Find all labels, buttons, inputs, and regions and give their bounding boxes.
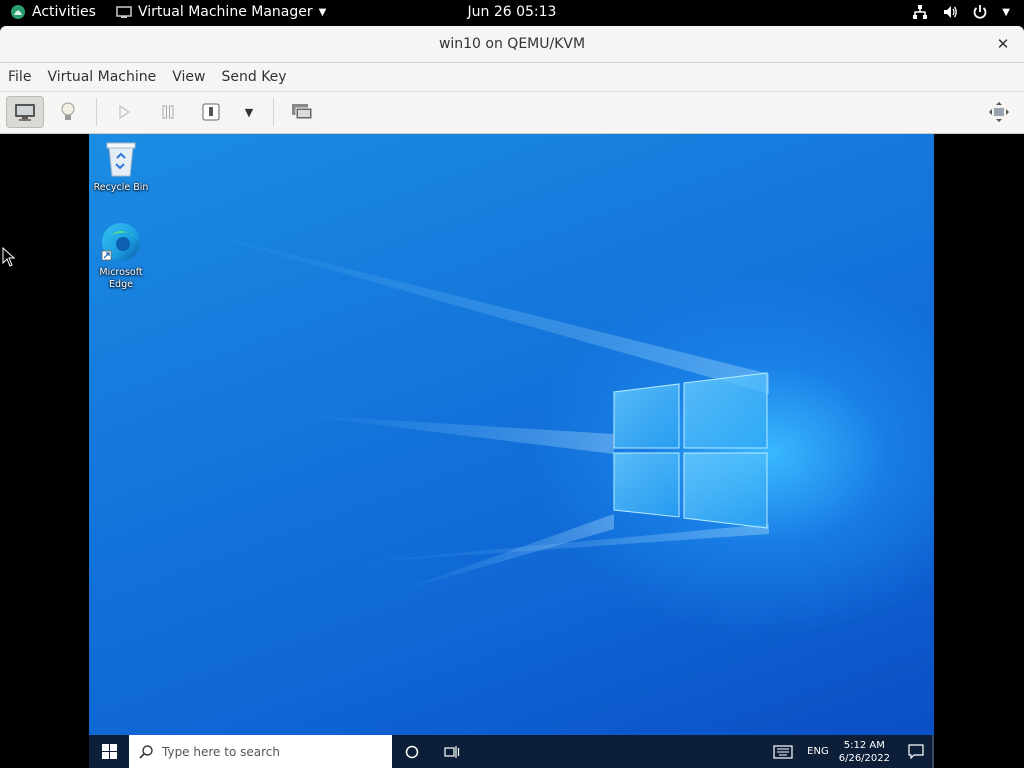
taskbar-clock[interactable]: 5:12 AM 6/26/2022 <box>839 739 890 765</box>
action-center-button[interactable] <box>900 735 934 768</box>
app-menu-label: Virtual Machine Manager <box>138 4 313 20</box>
desktop-icon-recycle-bin[interactable]: Recycle Bin <box>91 140 151 194</box>
desktop-icon-label: Recycle Bin <box>93 182 149 193</box>
shutdown-button[interactable] <box>192 96 230 128</box>
monitor-icon <box>15 104 35 121</box>
windows-start-icon <box>101 744 117 759</box>
vm-display[interactable]: Recycle Bin Microsoft Edge Type here to … <box>0 134 1024 768</box>
details-view-button[interactable] <box>49 96 87 128</box>
taskbar-time: 5:12 AM <box>843 739 885 751</box>
taskbar-search-box[interactable]: Type here to search <box>129 735 392 768</box>
clock[interactable]: Jun 26 05:13 <box>468 4 557 20</box>
desktop-icon-microsoft-edge[interactable]: Microsoft Edge <box>91 221 151 291</box>
windows-desktop[interactable]: Recycle Bin Microsoft Edge <box>89 134 934 735</box>
mouse-pointer-icon <box>2 247 16 267</box>
play-icon <box>119 104 131 120</box>
task-view-icon <box>444 745 460 758</box>
desktop-icon-label: Edge <box>109 279 133 290</box>
toolbar-separator <box>273 98 274 126</box>
recycle-bin-icon <box>106 142 136 177</box>
activities-label: Activities <box>32 4 96 20</box>
menu-file[interactable]: File <box>8 69 31 85</box>
search-icon <box>139 744 153 759</box>
gnome-top-bar: Activities Virtual Machine Manager ▼ Jun… <box>0 0 1024 26</box>
windows-taskbar: Type here to search ENG 5:12 AM 6/26/202… <box>89 735 934 768</box>
search-placeholder: Type here to search <box>162 744 280 759</box>
system-tray: ENG 5:12 AM 6/26/2022 <box>773 735 934 768</box>
menu-view[interactable]: View <box>172 69 205 85</box>
distro-logo-icon <box>11 5 25 19</box>
menu-virtual-machine[interactable]: Virtual Machine <box>47 69 156 85</box>
start-button[interactable] <box>89 735 129 768</box>
pause-button[interactable] <box>149 96 187 128</box>
chevron-down-icon: ▼ <box>244 105 254 119</box>
cortana-button[interactable] <box>399 735 425 768</box>
menubar: File Virtual Machine View Send Key <box>0 63 1024 92</box>
windows-logo <box>613 372 768 529</box>
shutdown-menu-button[interactable]: ▼ <box>230 96 268 128</box>
power-icon <box>973 5 987 19</box>
menu-send-key[interactable]: Send Key <box>221 69 286 85</box>
cortana-circle-icon <box>405 745 419 758</box>
activities-button[interactable]: Activities <box>10 4 96 20</box>
volume-icon <box>944 6 958 18</box>
toolbar-separator <box>96 98 97 126</box>
snapshots-icon <box>292 104 313 120</box>
keyboard-icon[interactable] <box>773 744 793 759</box>
console-view-button[interactable] <box>6 96 44 128</box>
desktop-icon-label: Microsoft <box>99 267 143 278</box>
vmm-app-icon <box>116 6 132 18</box>
taskbar-date: 6/26/2022 <box>838 752 890 764</box>
close-icon: ✕ <box>996 35 1010 53</box>
notification-icon <box>908 744 924 759</box>
system-menu[interactable]: ▼ <box>912 4 1010 20</box>
run-button[interactable] <box>105 96 143 128</box>
task-view-button[interactable] <box>439 735 465 768</box>
pause-icon <box>162 105 174 119</box>
app-menu[interactable]: Virtual Machine Manager ▼ <box>116 4 326 20</box>
fullscreen-button[interactable] <box>980 96 1018 128</box>
close-window-button[interactable]: ✕ <box>994 35 1012 53</box>
edge-icon <box>101 223 140 261</box>
fullscreen-icon <box>989 102 1009 122</box>
shutdown-icon <box>202 103 220 121</box>
chevron-down-icon: ▼ <box>318 6 327 18</box>
input-language[interactable]: ENG <box>807 746 829 757</box>
window-titlebar: win10 on QEMU/KVM ✕ <box>0 26 1024 63</box>
network-wired-icon <box>913 5 928 19</box>
window-title: win10 on QEMU/KVM <box>438 36 586 52</box>
wallpaper-light-beams <box>169 224 769 594</box>
lightbulb-icon <box>61 102 75 120</box>
chevron-down-icon: ▼ <box>1002 6 1010 18</box>
snapshots-button[interactable] <box>283 96 321 128</box>
toolbar: ▼ <box>0 92 1024 134</box>
